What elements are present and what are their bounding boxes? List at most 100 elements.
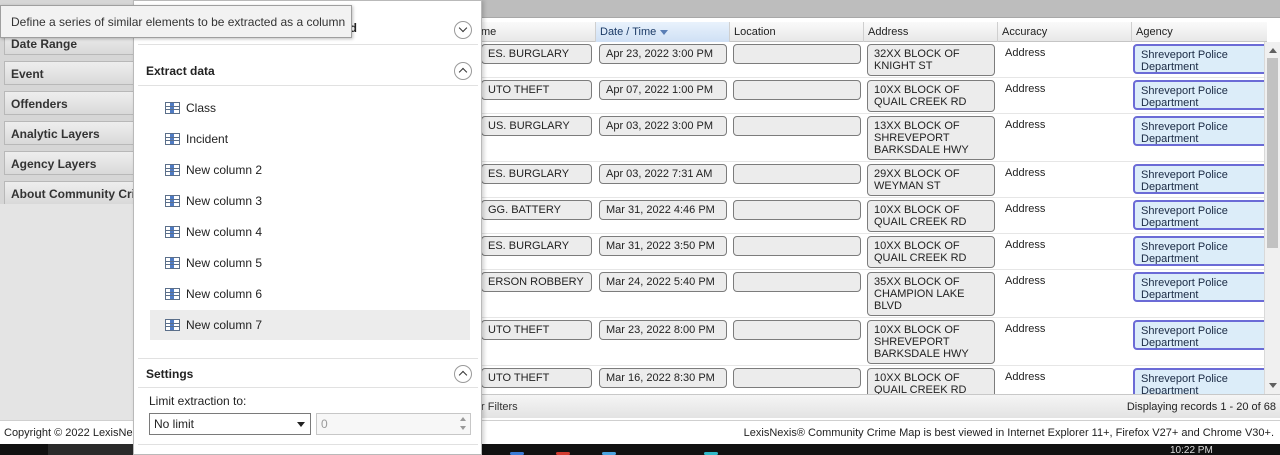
cell-line: BARKSDALE HWY <box>874 348 969 360</box>
cell-value <box>733 320 861 340</box>
extracted-column-item[interactable]: New column 4 <box>150 217 470 247</box>
table-column-icon <box>165 133 180 145</box>
extracted-column-item[interactable]: Class <box>150 93 470 123</box>
table-row[interactable]: ES. BURGLARY Apr 23, 2022 3:00 PM 32XX BLO… <box>481 42 1273 78</box>
left-navigation: Date Range Event Offenders Analytic Laye… <box>0 0 144 420</box>
extract-data-title: Extract data <box>146 64 215 78</box>
nav-about-community-crime[interactable]: About Community Crime <box>4 181 144 205</box>
cell-value: Address <box>1005 83 1046 95</box>
nav-offenders[interactable]: Offenders <box>4 91 144 115</box>
extraction-panel: ed Extract data ClassIncidentNew column … <box>133 0 482 455</box>
cell-line: Department <box>1141 253 1199 265</box>
cell-line: 29XX BLOCK OF <box>874 168 960 180</box>
cell-value <box>733 164 861 184</box>
column-header-crime[interactable]: me <box>481 22 594 42</box>
table-row[interactable]: UTO THEFT Mar 16, 2022 8:30 PM 10XX BLOCK … <box>481 366 1273 394</box>
cell-value: Shreveport Police Department <box>1133 236 1273 266</box>
cell-value: Shreveport Police Department <box>1133 368 1273 394</box>
cell-line: Shreveport Police <box>1141 325 1228 337</box>
copyright-text: Copyright © 2022 LexisNe <box>4 427 133 439</box>
extracted-column-item[interactable]: New column 2 <box>150 155 470 185</box>
cell-value: 10XX BLOCK OF QUAIL CREEK RD <box>867 368 995 394</box>
cell-value <box>733 44 861 64</box>
grid-vertical-scrollbar[interactable] <box>1264 42 1280 394</box>
table-row[interactable]: GG. BATTERY Mar 31, 2022 4:46 PM 10XX BLOC… <box>481 198 1273 234</box>
cell-value: Address <box>1005 371 1046 383</box>
table-cell-datetime: Apr 03, 2022 7:31 AM <box>595 162 729 197</box>
extracted-column-item[interactable]: New column 3 <box>150 186 470 216</box>
table-column-icon <box>165 164 180 176</box>
column-header-location[interactable]: Location <box>729 22 863 42</box>
cell-value: Apr 03, 2022 3:00 PM <box>599 116 727 136</box>
table-row[interactable]: ES. BURGLARY Apr 03, 2022 7:31 AM 29XX BLO… <box>481 162 1273 198</box>
extracted-column-item[interactable]: New column 5 <box>150 248 470 278</box>
column-header-agency[interactable]: Agency <box>1131 22 1267 42</box>
grid-toolbar-strip <box>481 0 1280 18</box>
column-header-accuracy[interactable]: Accuracy <box>997 22 1131 42</box>
collapse-settings-button[interactable] <box>454 365 472 383</box>
cell-line: Shreveport Police <box>1141 277 1228 289</box>
collapse-top-section-button[interactable] <box>454 21 472 39</box>
table-cell-datetime: Apr 23, 2022 3:00 PM <box>595 42 729 77</box>
table-row[interactable]: UTO THEFT Apr 07, 2022 1:00 PM 10XX BLOCK … <box>481 78 1273 114</box>
table-row[interactable]: US. BURGLARY Apr 03, 2022 3:00 PM 13XX BLO… <box>481 114 1273 162</box>
extracted-column-item[interactable]: Incident <box>150 124 470 154</box>
extracted-column-label: New column 4 <box>186 225 263 239</box>
cell-line: CHAMPION LAKE <box>874 288 965 300</box>
nav-analytic-layers[interactable]: Analytic Layers <box>4 121 144 145</box>
collapse-extract-data-button[interactable] <box>454 62 472 80</box>
cell-value: Address <box>1005 239 1046 251</box>
filters-link[interactable]: r Filters <box>481 401 518 413</box>
cell-value <box>733 80 861 100</box>
column-header-address[interactable]: Address <box>863 22 997 42</box>
table-cell-accuracy: Address <box>997 114 1131 161</box>
column-header-date-time[interactable]: Date / Time <box>595 22 729 42</box>
scrollbar-thumb[interactable] <box>1267 58 1278 248</box>
table-row[interactable]: ES. BURGLARY Mar 31, 2022 3:50 PM 10XX BLO… <box>481 234 1273 270</box>
limit-extraction-select[interactable]: No limit <box>149 413 311 435</box>
table-cell-crime: UTO THEFT <box>481 318 594 365</box>
extract-data-header[interactable]: Extract data <box>138 56 478 86</box>
table-cell-datetime: Apr 03, 2022 3:00 PM <box>595 114 729 161</box>
cell-value: UTO THEFT <box>481 320 592 340</box>
spin-up-icon[interactable] <box>458 415 468 424</box>
spin-down-icon[interactable] <box>458 424 468 433</box>
chevron-down-icon <box>458 23 468 33</box>
cell-line: 32XX BLOCK OF <box>874 48 960 60</box>
cell-value: Address <box>1005 203 1046 215</box>
cell-value <box>733 272 861 292</box>
settings-title: Settings <box>146 367 194 381</box>
cell-value <box>733 236 861 256</box>
nav-event[interactable]: Event <box>4 61 144 85</box>
table-cell-address: 10XX BLOCK OF SHREVEPORT BARKSDALE HWY <box>863 318 997 365</box>
column-header-label: Address <box>868 26 909 38</box>
cell-line: BARKSDALE HWY <box>874 144 969 156</box>
extracted-column-item[interactable]: New column 6 <box>150 279 470 309</box>
table-cell-accuracy: Address <box>997 270 1131 317</box>
settings-header[interactable]: Settings <box>138 358 478 388</box>
cell-line: Shreveport Police <box>1141 169 1228 181</box>
extracted-column-item[interactable]: New column 7 <box>150 310 470 340</box>
table-row[interactable]: UTO THEFT Mar 23, 2022 8:00 PM 10XX BLOCK … <box>481 318 1273 366</box>
table-cell-agency: Shreveport Police Department <box>1131 162 1273 197</box>
nav-agency-layers[interactable]: Agency Layers <box>4 151 144 175</box>
scroll-down-icon[interactable] <box>1269 383 1277 388</box>
table-cell-datetime: Mar 24, 2022 5:40 PM <box>595 270 729 317</box>
cell-line: 35XX BLOCK OF <box>874 276 960 288</box>
table-cell-location <box>729 234 863 269</box>
cell-value: US. BURGLARY <box>481 116 592 136</box>
extracted-column-label: New column 5 <box>186 256 263 270</box>
cell-line: Shreveport Police <box>1141 205 1228 217</box>
limit-extraction-select-value: No limit <box>154 417 195 431</box>
cell-value: Mar 23, 2022 8:00 PM <box>599 320 727 340</box>
scroll-up-icon[interactable] <box>1269 48 1277 53</box>
table-column-icon <box>165 288 180 300</box>
table-cell-datetime: Mar 16, 2022 8:30 PM <box>595 366 729 394</box>
limit-extraction-count-input[interactable]: 0 <box>316 413 471 435</box>
cell-value: Mar 31, 2022 3:50 PM <box>599 236 727 256</box>
cell-value: ES. BURGLARY <box>481 44 592 64</box>
table-row[interactable]: ERSON ROBBERY Mar 24, 2022 5:40 PM 35XX BL… <box>481 270 1273 318</box>
table-cell-address: 10XX BLOCK OF QUAIL CREEK RD <box>863 366 997 394</box>
table-cell-accuracy: Address <box>997 318 1131 365</box>
cell-value: Apr 07, 2022 1:00 PM <box>599 80 727 100</box>
